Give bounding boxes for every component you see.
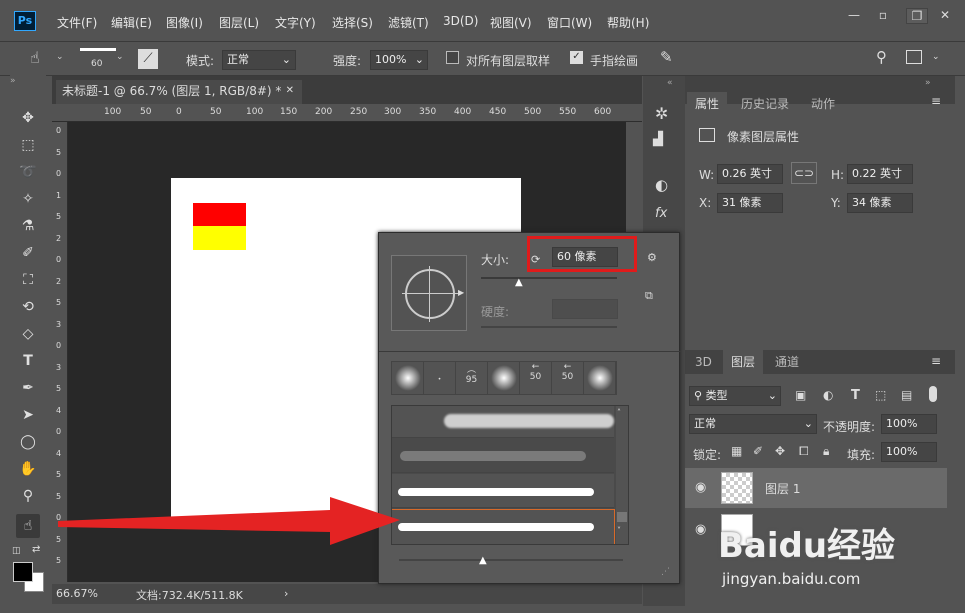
watermark: Baidu经验 jingyan.baidu.com: [718, 510, 938, 600]
watermark-url: jingyan.baidu.com: [722, 570, 861, 588]
watermark-logo: Baidu经验: [718, 526, 896, 566]
